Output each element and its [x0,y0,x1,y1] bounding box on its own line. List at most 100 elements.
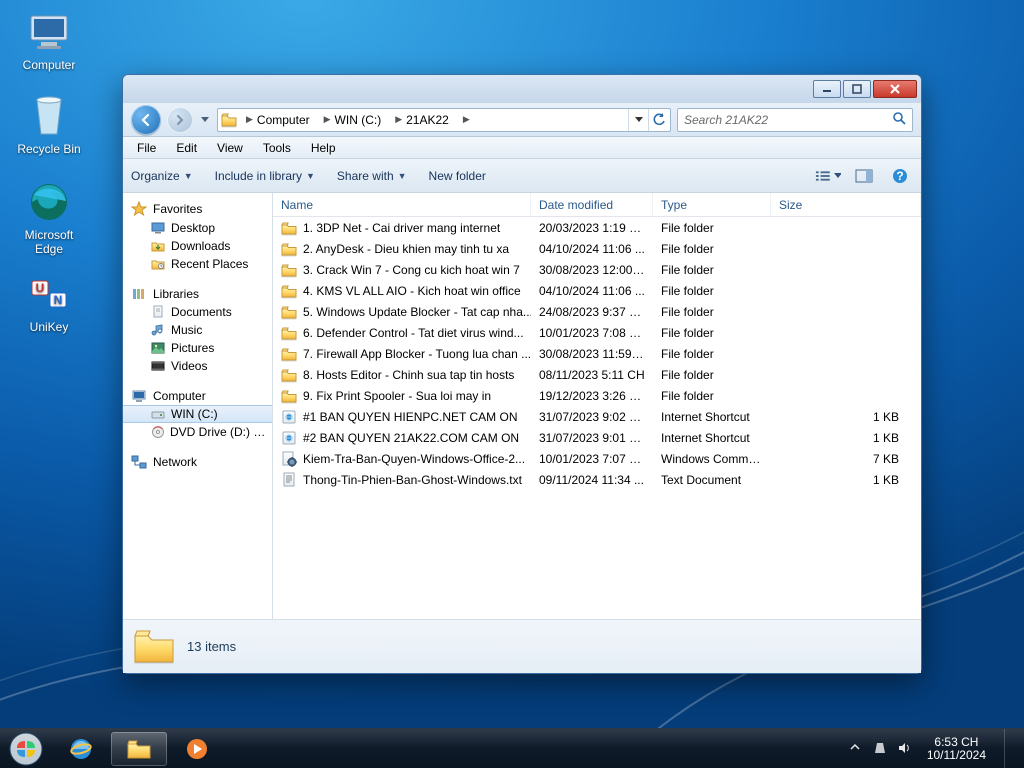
desktop-icon-computer[interactable]: Computer [12,8,86,72]
column-name[interactable]: Name [273,193,531,216]
file-size: 1 KB [771,410,921,424]
list-item[interactable]: 4. KMS VL ALL AIO - Kich hoat win office… [273,280,921,301]
list-item[interactable]: 1. 3DP Net - Cai driver mang internet20/… [273,217,921,238]
column-type[interactable]: Type [653,193,771,216]
desktop[interactable]: Computer Recycle Bin Microsoft Edge UN U… [0,0,1024,768]
chevron-right-icon: ▶ [246,114,253,125]
taskbar-item-ie[interactable] [53,732,109,766]
file-date: 30/08/2023 12:00 ... [531,263,653,277]
address-dropdown-button[interactable] [628,109,648,131]
nav-item-downloads[interactable]: Downloads [123,237,272,255]
details-pane: 13 items [123,619,921,673]
file-type: Internet Shortcut [653,431,771,445]
folder-icon [281,367,297,383]
menu-view[interactable]: View [209,139,251,157]
nav-group-favorites[interactable]: Favorites [123,199,272,219]
list-item[interactable]: Kiem-Tra-Ban-Quyen-Windows-Office-2...10… [273,448,921,469]
nav-item-documents[interactable]: Documents [123,303,272,321]
taskbar-item-wmp[interactable] [169,732,225,766]
column-headers: Name Date modified Type Size [273,193,921,217]
show-desktop-button[interactable] [1004,729,1018,768]
nav-group-libraries[interactable]: Libraries [123,285,272,303]
navigation-pane[interactable]: Favorites Desktop Downloads Recent Place… [123,193,273,619]
list-item[interactable]: 5. Windows Update Blocker - Tat cap nha.… [273,301,921,322]
file-date: 30/08/2023 11:59 SA [531,347,653,361]
menu-tools[interactable]: Tools [255,139,299,157]
list-item[interactable]: 7. Firewall App Blocker - Tuong lua chan… [273,343,921,364]
help-button[interactable]: ? [887,165,913,187]
history-dropdown-button[interactable] [199,106,211,134]
breadcrumb[interactable]: ▶21AK22 [389,109,455,131]
breadcrumb[interactable]: ▶WIN (C:) [318,109,388,131]
refresh-button[interactable] [648,109,668,131]
column-size[interactable]: Size [771,193,921,216]
downloads-icon [151,240,165,252]
close-button[interactable] [873,80,917,98]
back-button[interactable] [131,105,161,135]
file-name: 8. Hosts Editor - Chinh sua tap tin host… [303,368,514,382]
list-item[interactable]: 8. Hosts Editor - Chinh sua tap tin host… [273,364,921,385]
file-name: Thong-Tin-Phien-Ban-Ghost-Windows.txt [303,473,522,487]
clock-time: 6:53 CH [927,736,986,749]
nav-group-computer[interactable]: Computer [123,387,272,405]
chevron-down-icon: ▼ [398,171,407,181]
svg-text:N: N [54,293,63,307]
list-item[interactable]: 6. Defender Control - Tat diet virus win… [273,322,921,343]
search-input[interactable]: Search 21AK22 [677,108,913,132]
volume-icon[interactable] [897,741,913,757]
nav-item-pictures[interactable]: Pictures [123,339,272,357]
list-item[interactable]: #2 BAN QUYEN 21AK22.COM CAM ON31/07/2023… [273,427,921,448]
chevron-right-icon: ▶ [395,114,402,125]
nav-item-recent[interactable]: Recent Places [123,255,272,273]
minimize-button[interactable] [813,80,841,98]
file-date: 31/07/2023 9:01 SA [531,431,653,445]
list-item[interactable]: #1 BAN QUYEN HIENPC.NET CAM ON31/07/2023… [273,406,921,427]
nav-group-label: Computer [153,389,206,403]
desktop-icon-recyclebin[interactable]: Recycle Bin [12,92,86,156]
nav-item-videos[interactable]: Videos [123,357,272,375]
menu-help[interactable]: Help [303,139,344,157]
status-text: 13 items [187,639,236,654]
nav-item-desktop[interactable]: Desktop [123,219,272,237]
recent-icon [151,258,165,270]
file-name: 2. AnyDesk - Dieu khien may tinh tu xa [303,242,509,256]
file-name: 7. Firewall App Blocker - Tuong lua chan… [303,347,531,361]
nav-item-drive-c[interactable]: WIN (C:) [123,405,272,423]
file-type: File folder [653,368,771,382]
maximize-button[interactable] [843,80,871,98]
nav-item-drive-d[interactable]: DVD Drive (D:) Win-7 [123,423,272,441]
breadcrumb-tail[interactable]: ▶ [457,109,476,131]
column-date[interactable]: Date modified [531,193,653,216]
desktop-icon-edge[interactable]: Microsoft Edge [12,178,86,256]
list-item[interactable]: 9. Fix Print Spooler - Sua loi may in19/… [273,385,921,406]
start-button[interactable] [0,729,52,768]
clock[interactable]: 6:53 CH 10/11/2024 [921,736,992,762]
preview-pane-button[interactable] [851,165,877,187]
list-item[interactable]: 2. AnyDesk - Dieu khien may tinh tu xa04… [273,238,921,259]
desktop-icon-unikey[interactable]: UN UniKey [12,270,86,334]
organize-button[interactable]: Organize ▼ [131,169,193,183]
folder-icon [281,388,297,404]
tray-show-hidden-button[interactable] [849,741,865,757]
taskbar-item-explorer[interactable] [111,732,167,766]
list-item[interactable]: 3. Crack Win 7 - Cong cu kich hoat win 7… [273,259,921,280]
address-bar[interactable]: ▶Computer ▶WIN (C:) ▶21AK22 ▶ [217,108,671,132]
nav-item-music[interactable]: Music [123,321,272,339]
breadcrumb[interactable]: ▶Computer [240,109,316,131]
nav-group-network[interactable]: Network [123,453,272,471]
file-list[interactable]: 1. 3DP Net - Cai driver mang internet20/… [273,217,921,619]
titlebar[interactable] [123,75,921,103]
menu-edit[interactable]: Edit [168,139,205,157]
computer-icon [25,8,73,56]
menu-file[interactable]: File [129,139,164,157]
action-center-icon[interactable] [873,741,889,757]
forward-button[interactable] [167,107,193,133]
file-type: File folder [653,221,771,235]
taskbar[interactable]: 6:53 CH 10/11/2024 [0,728,1024,768]
include-in-library-button[interactable]: Include in library ▼ [215,169,315,183]
folder-icon [281,325,297,341]
view-options-button[interactable] [815,165,841,187]
list-item[interactable]: Thong-Tin-Phien-Ban-Ghost-Windows.txt09/… [273,469,921,490]
share-with-button[interactable]: Share with ▼ [337,169,407,183]
new-folder-button[interactable]: New folder [429,169,486,183]
